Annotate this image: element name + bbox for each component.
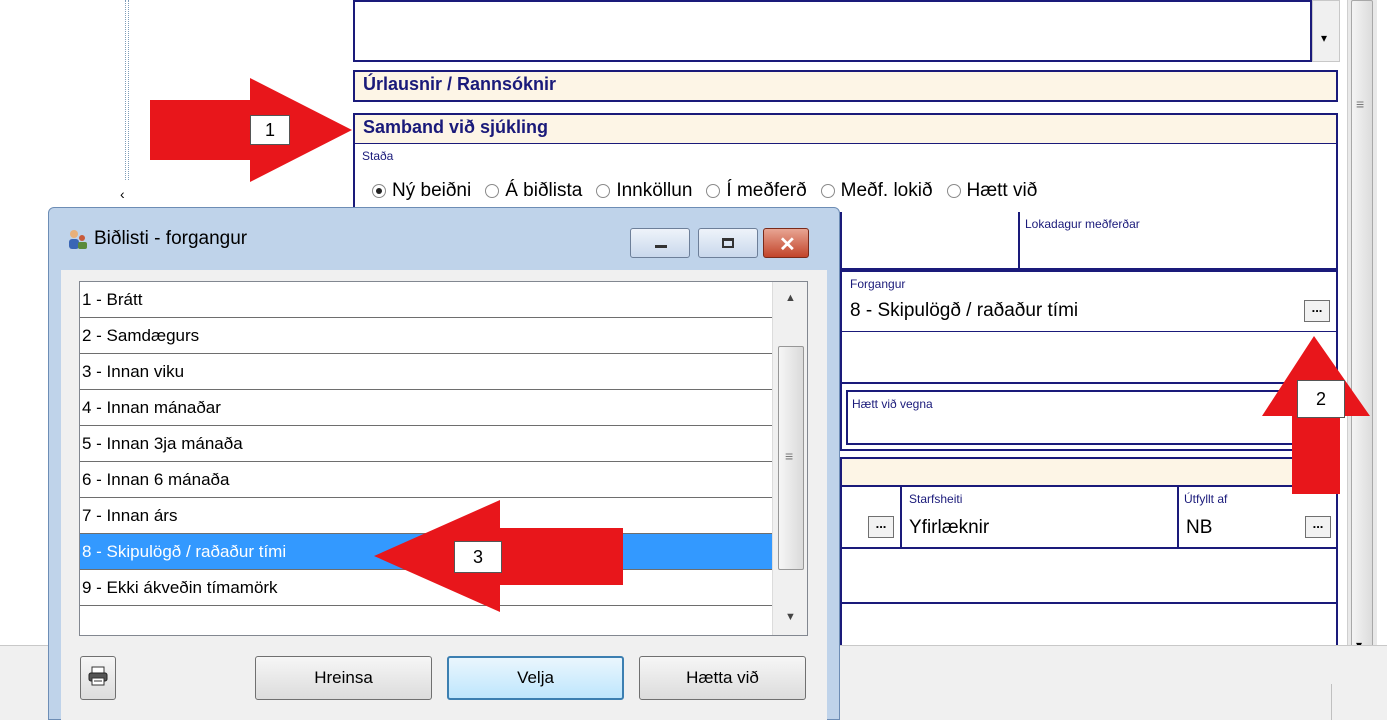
annotation-callout-1: 1 — [250, 115, 290, 145]
annotation-overlay — [150, 78, 1370, 612]
annotation-callout-2: 2 — [1297, 380, 1345, 418]
annotation-callout-3: 3 — [454, 541, 502, 573]
